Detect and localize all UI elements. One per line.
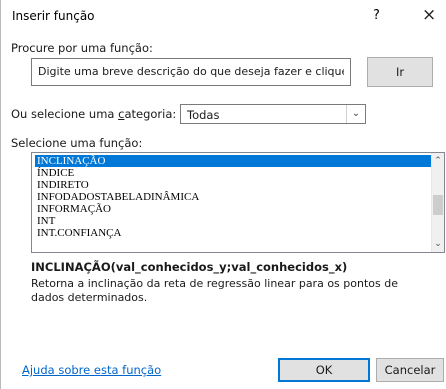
function-list-item[interactable]: INDIRETO <box>35 179 433 191</box>
category-selected-value: Todas <box>187 108 220 122</box>
category-label: Ou selecione uma categoria: <box>11 107 176 121</box>
category-label-suffix: ategoria: <box>124 107 177 121</box>
category-label-prefix: Ou selecione uma <box>11 107 119 121</box>
function-list-scrollbar[interactable]: ⌃ ⌄ <box>431 153 444 252</box>
search-label: Procure por uma função: <box>11 41 153 55</box>
go-button-label: Ir <box>395 65 405 79</box>
ok-button[interactable]: OK <box>278 358 370 382</box>
category-select[interactable]: Todas ⌄ <box>180 104 366 124</box>
scroll-down-icon[interactable]: ⌄ <box>432 238 444 250</box>
function-list-item[interactable]: INFORMAÇÃO <box>35 203 433 215</box>
function-list-item[interactable]: ÍNDICE <box>35 167 433 179</box>
title-bar: Inserir função ? × <box>1 0 446 32</box>
ok-button-label: OK <box>315 363 333 377</box>
cancel-button-label: Cancelar <box>384 363 436 377</box>
search-input[interactable] <box>38 65 344 78</box>
help-icon[interactable]: ? <box>373 8 380 23</box>
function-list-label: Selecione uma função: <box>11 136 143 150</box>
function-list-item[interactable]: INCLINAÇÃO <box>35 155 433 167</box>
scroll-up-icon[interactable]: ⌃ <box>432 155 444 167</box>
scrollbar-thumb[interactable] <box>433 195 443 215</box>
function-help-link[interactable]: Ajuda sobre esta função <box>22 363 161 377</box>
search-field[interactable] <box>31 58 351 86</box>
insert-function-dialog: Inserir função ? × Procure por uma funçã… <box>0 0 446 389</box>
function-list-item[interactable]: INT <box>35 215 433 227</box>
close-icon[interactable]: × <box>422 5 436 25</box>
cancel-button[interactable]: Cancelar <box>376 358 444 382</box>
chevron-down-icon[interactable]: ⌄ <box>346 105 365 123</box>
function-signature: INCLINAÇÃO(val_conhecidos_y;val_conhecid… <box>31 260 348 274</box>
function-list[interactable]: INCLINAÇÃO ÍNDICE INDIRETO INFODADOSTABE… <box>31 152 445 253</box>
function-description: Retorna a inclinação da reta de regressã… <box>31 277 398 304</box>
function-list-item[interactable]: INT.CONFIANÇA <box>35 227 433 239</box>
function-list-item[interactable]: INFODADOSTABELADINÂMICA <box>35 191 433 203</box>
go-button[interactable]: Ir <box>367 57 433 87</box>
dialog-title: Inserir função <box>12 9 95 23</box>
